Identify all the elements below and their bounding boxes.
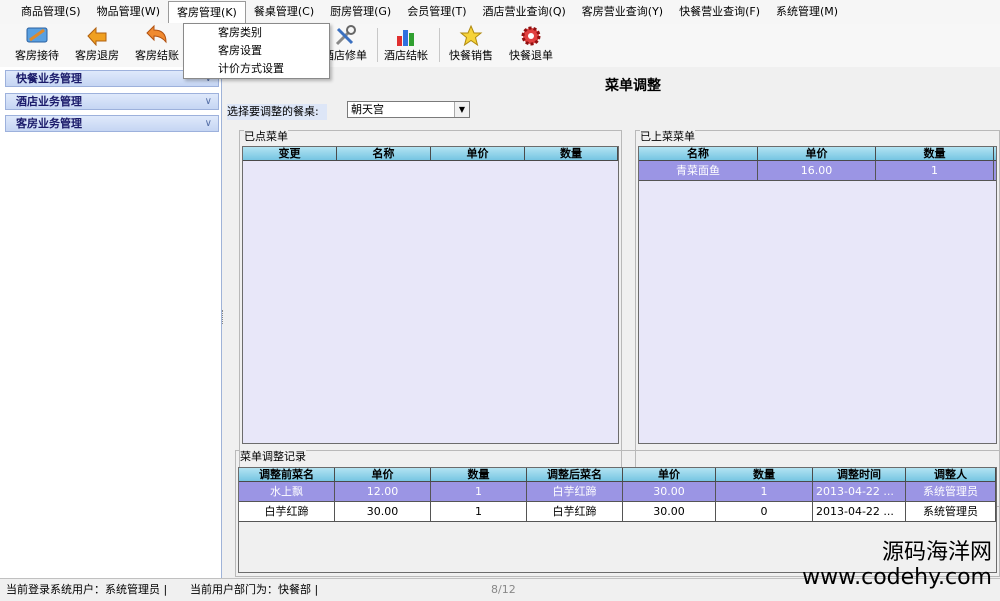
page-indicator: 8/12 — [491, 583, 516, 596]
column-header[interactable]: 变更 — [243, 147, 337, 160]
cell: 30.00 — [623, 482, 716, 501]
main-panel: 菜单调整 选择要调整的餐桌: 朝天宫 ▼ 已点菜单 变更 名称 单价 数量 已上菜… — [227, 67, 1000, 578]
column-header[interactable]: 名称 — [639, 147, 758, 160]
column-header[interactable]: 数量 — [431, 468, 527, 481]
reception-icon — [26, 27, 48, 43]
dropdown-arrow-icon: ▼ — [454, 102, 469, 117]
cell: 白芋红蹄 — [527, 502, 623, 521]
cell: 2013-04-22 ... — [813, 502, 906, 521]
cell: 1 — [431, 502, 527, 521]
cell: 白芋红蹄 — [527, 482, 623, 501]
cell: 水上飘 — [239, 482, 335, 501]
column-header[interactable]: 数量 — [716, 468, 813, 481]
room-settle-button[interactable]: 客房结账 — [128, 24, 186, 66]
column-header[interactable]: 单价 — [431, 147, 525, 160]
column-header[interactable]: 调整后菜名 — [527, 468, 623, 481]
menu-hotel-query[interactable]: 酒店营业查询(Q) — [475, 1, 574, 23]
chevron-down-icon: ∨ — [204, 118, 212, 129]
cell: 30.00 — [623, 502, 716, 521]
menu-pricing-settings[interactable]: 计价方式设置 — [184, 60, 329, 78]
cell: 1 — [876, 161, 994, 180]
hotel-checkout-button[interactable]: 酒店结帐 — [378, 24, 434, 66]
table-row[interactable]: 白芋红蹄 30.00 1 白芋红蹄 30.00 0 2013-04-22 ...… — [239, 502, 996, 522]
room-checkout-button[interactable]: 客房退房 — [68, 24, 126, 66]
sidebar-item-rooms[interactable]: 客房业务管理 ∨ — [5, 115, 219, 132]
cell: 1 — [716, 482, 813, 501]
cell: 青菜面鱼 — [639, 161, 758, 180]
table-select-label: 选择要调整的餐桌: — [227, 104, 327, 120]
column-header[interactable]: 数量 — [876, 147, 994, 160]
table-row[interactable]: 水上飘 12.00 1 白芋红蹄 30.00 1 2013-04-22 ... … — [239, 482, 996, 502]
ordered-menu-grid[interactable]: 变更 名称 单价 数量 — [242, 146, 619, 444]
chevron-down-icon: ∨ — [204, 96, 212, 107]
undo-arrow-icon — [87, 26, 107, 46]
cell: 系统管理员 — [906, 502, 996, 521]
column-header[interactable]: 名称 — [337, 147, 431, 160]
menu-bar: 商品管理(S) 物品管理(W) 客房管理(K) 餐桌管理(C) 厨房管理(G) … — [0, 0, 1000, 25]
menu-members[interactable]: 会员管理(T) — [399, 1, 474, 23]
served-menu-grid[interactable]: 名称 单价 数量 青菜面鱼 16.00 1 — [638, 146, 997, 444]
fastfood-refund-button[interactable]: 快餐退单 — [502, 24, 560, 66]
tools-icon — [335, 25, 356, 46]
star-icon — [459, 24, 483, 46]
menu-tables[interactable]: 餐桌管理(C) — [246, 1, 322, 23]
column-header[interactable]: 调整前菜名 — [239, 468, 335, 481]
menu-rooms[interactable]: 客房管理(K) — [168, 1, 246, 23]
menu-goods[interactable]: 商品管理(S) — [13, 1, 89, 23]
rooms-dropdown-menu: 客房类别 客房设置 计价方式设置 — [183, 23, 330, 79]
menu-system[interactable]: 系统管理(M) — [768, 1, 846, 23]
column-header[interactable]: 数量 — [525, 147, 618, 160]
room-reception-button[interactable]: 客房接待 — [8, 24, 66, 66]
cell: 1 — [431, 482, 527, 501]
toolbar-separator — [439, 28, 440, 62]
menu-kitchen[interactable]: 厨房管理(G) — [322, 1, 399, 23]
adjust-log-title: 菜单调整记录 — [240, 450, 306, 464]
return-arrow-icon — [146, 24, 167, 44]
cell: 白芋红蹄 — [239, 502, 335, 521]
status-department: 当前用户部门为：快餐部 | — [190, 583, 319, 596]
menu-fastfood-query[interactable]: 快餐营业查询(F) — [671, 1, 768, 23]
menu-room-query[interactable]: 客房营业查询(Y) — [574, 1, 671, 23]
page-title: 菜单调整 — [605, 78, 661, 94]
fastfood-sale-button[interactable]: 快餐销售 — [442, 24, 500, 66]
cell: 0 — [716, 502, 813, 521]
cell: 30.00 — [335, 502, 431, 521]
table-row[interactable]: 青菜面鱼 16.00 1 — [639, 161, 996, 181]
column-header[interactable]: 单价 — [623, 468, 716, 481]
sidebar-item-hotel[interactable]: 酒店业务管理 ∨ — [5, 93, 219, 110]
watermark-title: 源码海洋网 — [881, 540, 992, 565]
column-header[interactable]: 调整时间 — [813, 468, 906, 481]
menu-items[interactable]: 物品管理(W) — [89, 1, 168, 23]
gear-icon — [521, 26, 541, 46]
status-user: 当前登录系统用户：系统管理员 | — [6, 583, 168, 596]
served-menu-title: 已上菜菜单 — [640, 130, 695, 144]
menu-room-settings[interactable]: 客房设置 — [184, 42, 329, 60]
column-header[interactable]: 单价 — [335, 468, 431, 481]
toolbar: 客房接待 客房退房 客房结账 酒店修单 酒店结帐 快餐销售 快餐退单 — [0, 24, 1000, 68]
column-header[interactable]: 单价 — [758, 147, 876, 160]
sidebar: 快餐业务管理∨ 酒店业务管理∨ 客房业务管理∨ — [0, 67, 222, 578]
watermark: 源码海洋网 www.codehy.com — [802, 541, 992, 591]
menu-room-category[interactable]: 客房类别 — [184, 24, 329, 42]
column-header[interactable]: 调整人 — [906, 468, 996, 481]
ordered-menu-title: 已点菜单 — [244, 130, 288, 144]
cell: 2013-04-22 ... — [813, 482, 906, 501]
table-select[interactable]: 朝天宫 ▼ — [347, 101, 470, 118]
cell: 系统管理员 — [906, 482, 996, 501]
cell: 12.00 — [335, 482, 431, 501]
cell: 16.00 — [758, 161, 876, 180]
bar-chart-icon — [397, 30, 414, 46]
watermark-url: www.codehy.com — [802, 565, 992, 590]
